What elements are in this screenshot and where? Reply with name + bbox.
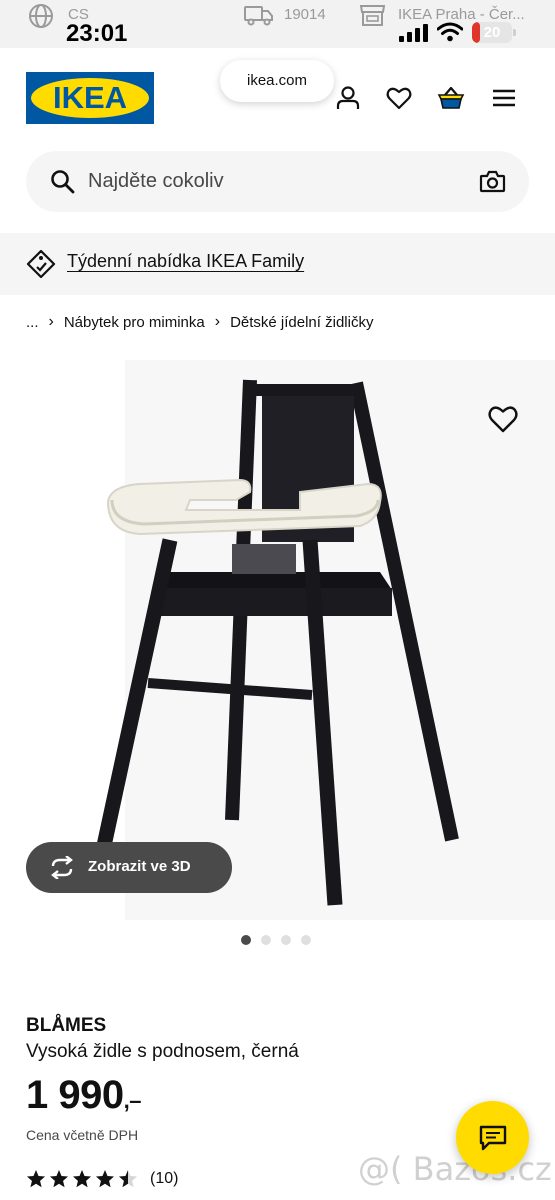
product-price: 1 990,–	[26, 1073, 141, 1118]
breadcrumb-item-high-chairs[interactable]: Dětské jídelní židličky	[230, 314, 373, 331]
view-3d-button[interactable]: Zobrazit ve 3D	[26, 842, 232, 893]
url-bar[interactable]: ikea.com	[220, 60, 334, 102]
view-3d-label: Zobrazit ve 3D	[88, 858, 191, 875]
product-description: Vysoká židle s podnosem, černá	[26, 1041, 299, 1062]
star-icon	[95, 1170, 115, 1188]
status-time: 23:01	[66, 20, 128, 47]
breadcrumb-item-baby-furniture[interactable]: Nábytek pro miminka	[64, 314, 205, 331]
family-offer-banner[interactable]: Týdenní nabídka IKEA Family	[0, 233, 555, 295]
store-icon	[359, 5, 386, 26]
product-image-gallery[interactable]: Zobrazit ve 3D	[0, 350, 555, 930]
price-suffix: ,–	[123, 1088, 142, 1113]
tag-icon	[26, 249, 56, 279]
review-count[interactable]: (10)	[150, 1170, 178, 1188]
status-notification-count: 19014	[284, 6, 326, 23]
signal-icon	[399, 24, 428, 42]
globe-icon	[29, 4, 53, 28]
chat-bubble-icon	[479, 1125, 507, 1151]
product-name: BLÅMES	[26, 1015, 107, 1036]
wifi-icon	[437, 22, 463, 42]
rotate-icon	[51, 856, 73, 879]
chevron-right-icon: ›	[214, 313, 221, 330]
camera-icon[interactable]	[479, 169, 506, 194]
ikea-logo[interactable]: IKEA	[26, 72, 154, 124]
truck-icon	[244, 6, 273, 26]
battery-percent: 20	[483, 24, 501, 41]
gallery-dot[interactable]	[261, 935, 271, 945]
gallery-dot[interactable]	[301, 935, 311, 945]
chat-button[interactable]	[456, 1101, 529, 1174]
chevron-right-icon: ›	[48, 313, 54, 330]
status-bar: CS 23:01 19014 IKEA Praha - Čer... 20	[0, 0, 555, 48]
search-icon	[51, 170, 75, 194]
basket-icon[interactable]	[437, 84, 465, 112]
gallery-dot[interactable]	[241, 935, 251, 945]
menu-icon[interactable]	[490, 84, 518, 112]
logo-text: IKEA	[52, 80, 128, 115]
status-app-label: IKEA Praha - Čer...	[398, 6, 525, 23]
gallery-dot[interactable]	[281, 935, 291, 945]
favorite-heart-icon[interactable]	[486, 402, 520, 436]
star-icon	[118, 1170, 138, 1188]
price-value: 1 990	[26, 1073, 124, 1117]
product-rating[interactable]: (10)	[26, 1168, 178, 1190]
star-icon	[49, 1170, 69, 1188]
breadcrumb: ... › Nábytek pro miminka › Dětské jídel…	[26, 312, 373, 332]
search-input[interactable]: Najděte cokoliv	[88, 170, 224, 193]
heart-icon[interactable]	[385, 84, 413, 112]
star-rating-icon	[26, 1170, 138, 1188]
star-icon	[26, 1170, 46, 1188]
gallery-pagination[interactable]	[241, 935, 311, 945]
user-icon[interactable]	[334, 84, 362, 112]
star-icon	[72, 1170, 92, 1188]
breadcrumb-item-ellipsis[interactable]: ...	[26, 314, 39, 331]
vat-note: Cena včetně DPH	[26, 1127, 139, 1143]
battery-indicator: 20	[472, 22, 516, 43]
search-bar[interactable]: Najděte cokoliv	[26, 151, 529, 212]
family-offer-link[interactable]: Týdenní nabídka IKEA Family	[67, 251, 304, 272]
